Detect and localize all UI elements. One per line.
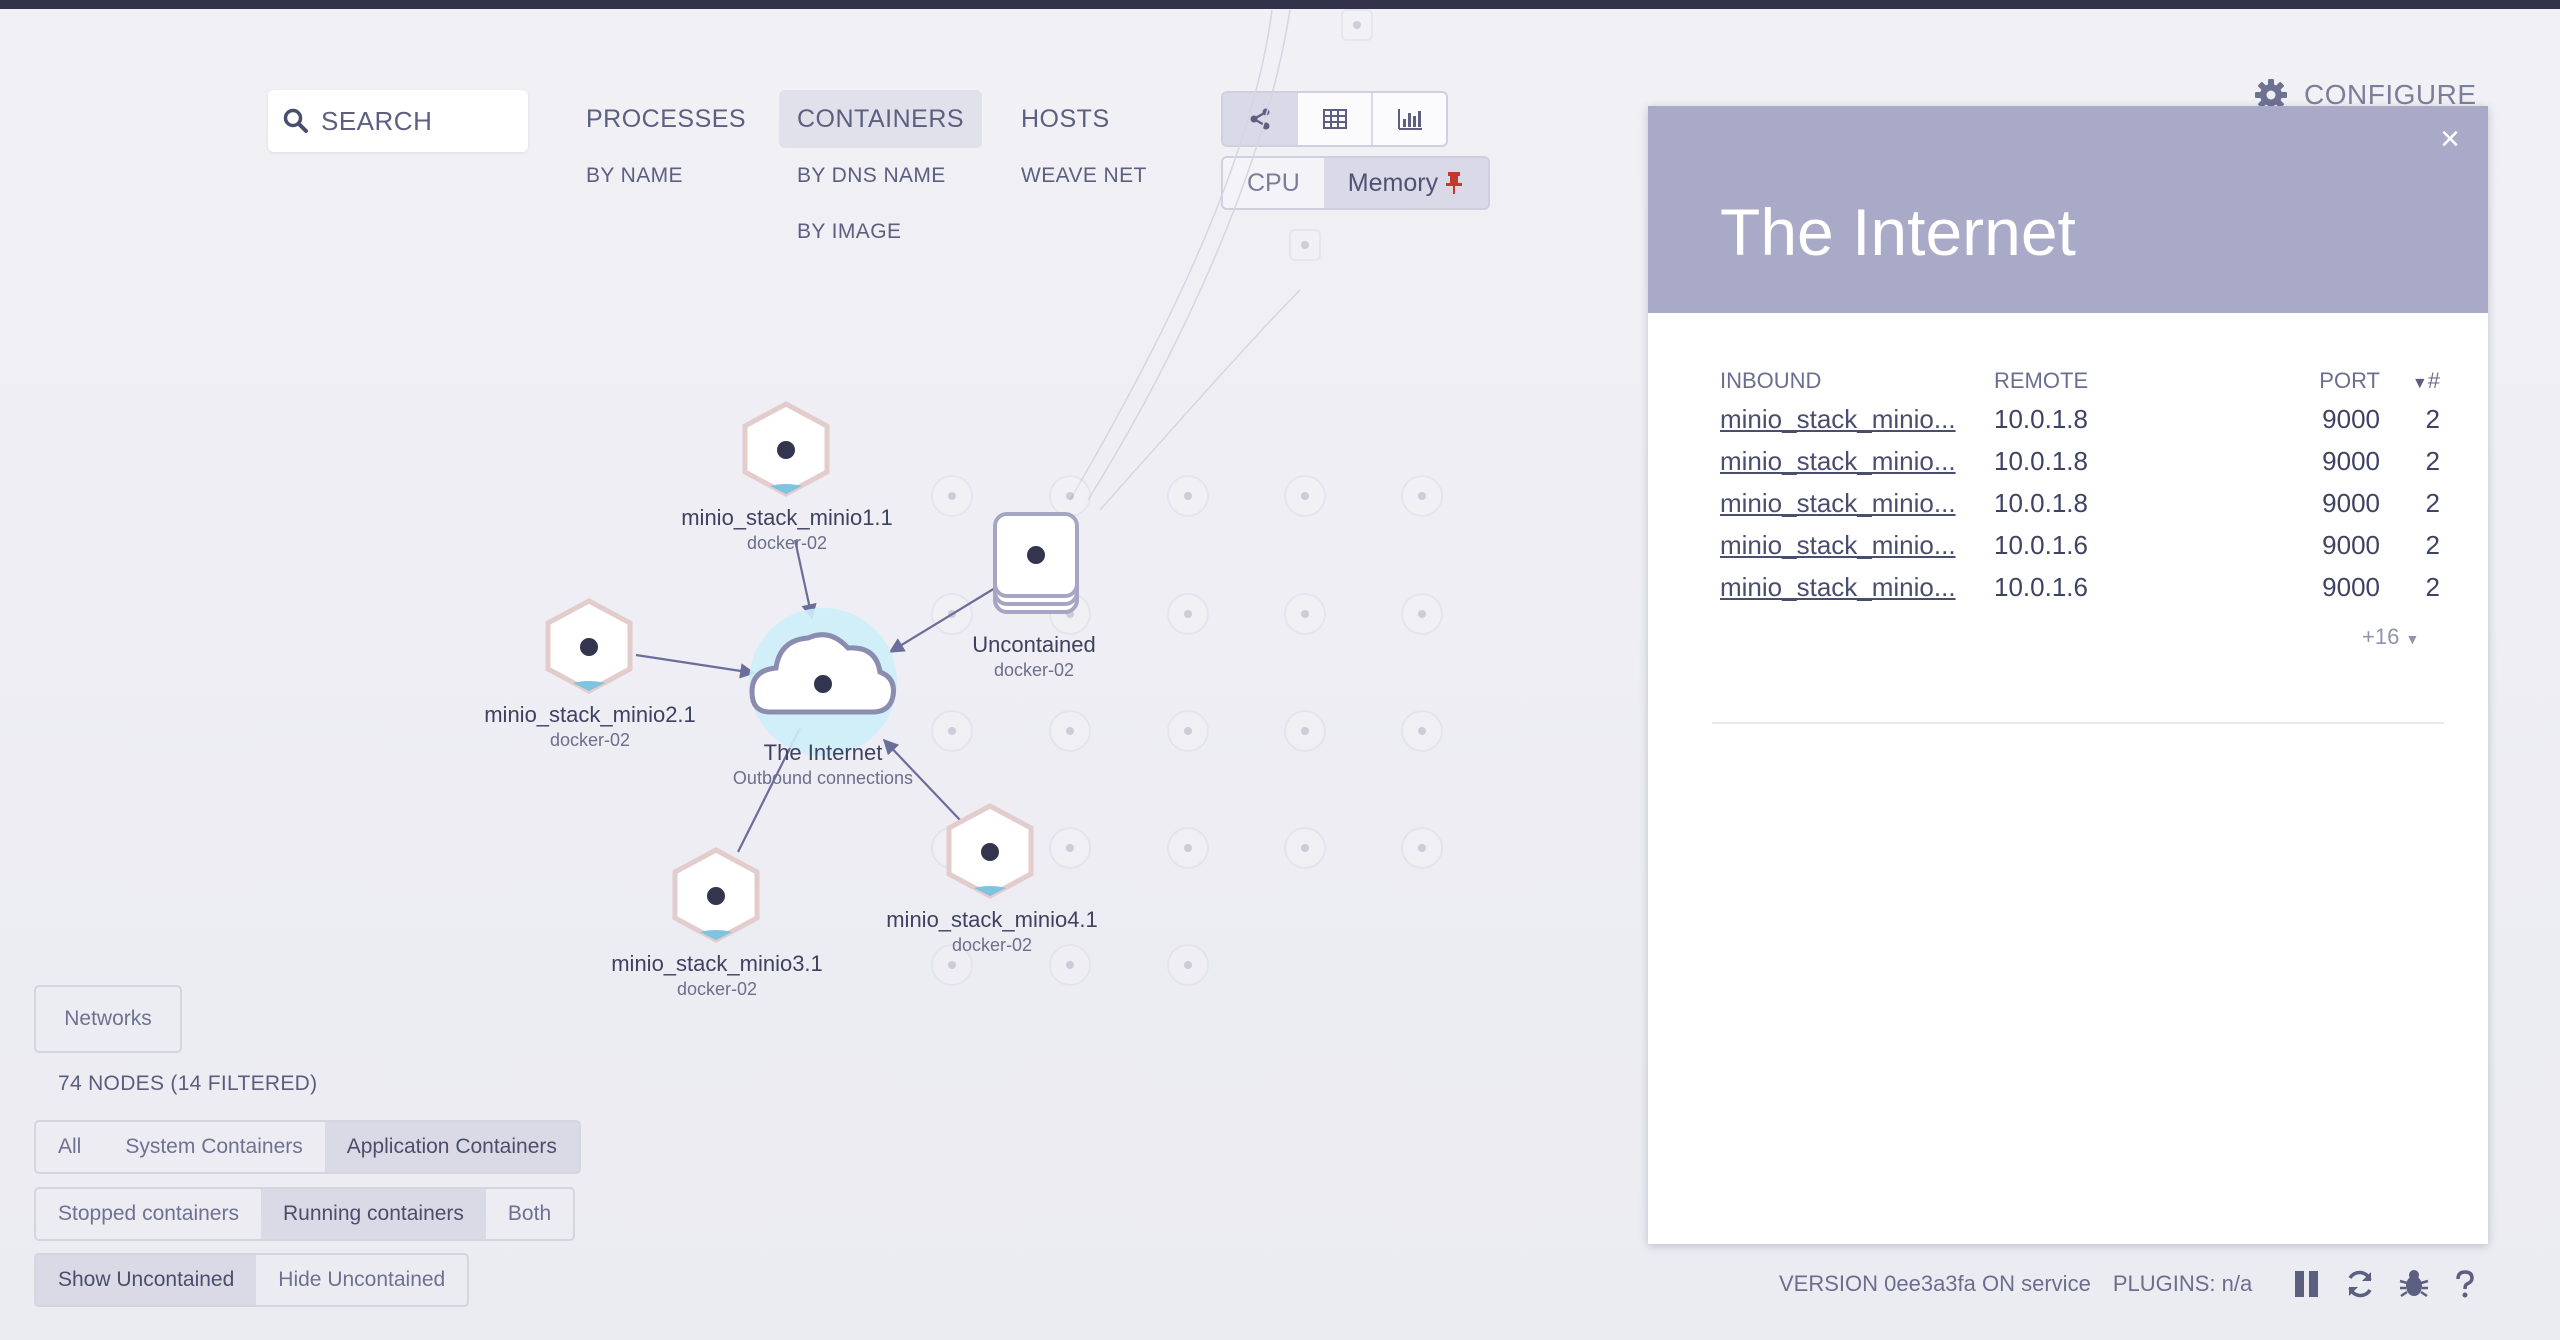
count-value: 2 bbox=[2425, 403, 2440, 434]
col-count-label: # bbox=[2427, 368, 2440, 393]
count-value: 2 bbox=[2425, 445, 2440, 476]
count-value: 2 bbox=[2425, 487, 2440, 518]
table-row: minio_stack_minio... 10.0.1.6 9000 2 bbox=[1720, 524, 2440, 566]
col-remote[interactable]: REMOTE bbox=[1994, 368, 2240, 394]
node-label-minio4: minio_stack_minio4.1 docker-02 bbox=[886, 907, 1098, 956]
node-label-internet: The Internet Outbound connections bbox=[733, 740, 913, 789]
remote-value: 10.0.1.8 bbox=[1994, 445, 2088, 476]
container-state-filter: Stopped containers Running containers Bo… bbox=[34, 1187, 576, 1241]
details-header: The Internet × bbox=[1648, 106, 2488, 313]
refresh-icon[interactable] bbox=[2344, 1268, 2376, 1300]
container-type-filter: All System Containers Application Contai… bbox=[34, 1120, 581, 1174]
inbound-link[interactable]: minio_stack_minio... bbox=[1720, 488, 1994, 519]
node-count: 74 NODES (14 FILTERED) bbox=[58, 1072, 318, 1095]
node-minio4[interactable] bbox=[946, 803, 1034, 899]
table-divider bbox=[1712, 722, 2444, 724]
connections-table: INBOUND REMOTE PORT ▼# minio_stack_minio… bbox=[1720, 364, 2440, 608]
more-count: +16 bbox=[2362, 624, 2400, 649]
filter-system-containers[interactable]: System Containers bbox=[103, 1122, 324, 1172]
table-row: minio_stack_minio... 10.0.1.8 9000 2 bbox=[1720, 440, 2440, 482]
node-label-minio3: minio_stack_minio3.1 docker-02 bbox=[611, 951, 823, 1000]
networks-button[interactable]: Networks bbox=[34, 985, 182, 1053]
node-subtitle: docker-02 bbox=[746, 533, 828, 553]
port-value: 9000 bbox=[2322, 529, 2380, 560]
node-label-minio1: minio_stack_minio1.1 docker-02 bbox=[681, 505, 893, 554]
plugins-text: PLUGINS: n/a bbox=[2112, 1271, 2253, 1296]
faded-edges bbox=[1069, 9, 1301, 511]
filter-running-containers[interactable]: Running containers bbox=[260, 1189, 486, 1239]
table-row: minio_stack_minio... 10.0.1.8 9000 2 bbox=[1720, 482, 2440, 524]
bug-icon[interactable] bbox=[2398, 1268, 2430, 1300]
sort-desc-icon: ▼ bbox=[2411, 375, 2428, 392]
node-minio1[interactable] bbox=[742, 401, 830, 497]
remote-value: 10.0.1.6 bbox=[1994, 529, 2088, 560]
node-title: The Internet bbox=[763, 740, 883, 765]
filter-both[interactable]: Both bbox=[486, 1189, 573, 1239]
inbound-link[interactable]: minio_stack_minio... bbox=[1720, 530, 1994, 561]
node-the-internet[interactable] bbox=[749, 608, 897, 756]
node-subtitle: docker-02 bbox=[993, 660, 1075, 680]
filter-all[interactable]: All bbox=[36, 1122, 103, 1172]
node-uncontained[interactable] bbox=[993, 512, 1079, 614]
port-value: 9000 bbox=[2322, 403, 2380, 434]
filter-show-uncontained[interactable]: Show Uncontained bbox=[36, 1255, 257, 1305]
chevron-down-icon: ▼ bbox=[2405, 631, 2420, 647]
node-subtitle: docker-02 bbox=[951, 935, 1033, 955]
node-subtitle: docker-02 bbox=[549, 730, 631, 750]
count-value: 2 bbox=[2425, 529, 2440, 560]
port-value: 9000 bbox=[2322, 571, 2380, 602]
node-title: minio_stack_minio1.1 bbox=[681, 505, 893, 530]
port-value: 9000 bbox=[2322, 445, 2380, 476]
node-title: minio_stack_minio4.1 bbox=[886, 907, 1098, 932]
node-minio3[interactable] bbox=[672, 847, 760, 943]
remote-value: 10.0.1.6 bbox=[1994, 571, 2088, 602]
node-subtitle: Outbound connections bbox=[732, 768, 914, 788]
table-row: minio_stack_minio... 10.0.1.6 9000 2 bbox=[1720, 566, 2440, 608]
count-value: 2 bbox=[2425, 571, 2440, 602]
node-title: minio_stack_minio3.1 bbox=[611, 951, 823, 976]
node-label-uncontained: Uncontained docker-02 bbox=[972, 632, 1096, 681]
table-row: minio_stack_minio... 10.0.1.8 9000 2 bbox=[1720, 398, 2440, 440]
close-icon[interactable]: × bbox=[2440, 120, 2460, 159]
remote-value: 10.0.1.8 bbox=[1994, 403, 2088, 434]
node-label-minio2: minio_stack_minio2.1 docker-02 bbox=[484, 702, 696, 751]
footer-actions bbox=[2292, 1268, 2478, 1300]
port-value: 9000 bbox=[2322, 487, 2380, 518]
pause-icon[interactable] bbox=[2292, 1269, 2322, 1299]
remote-value: 10.0.1.8 bbox=[1994, 487, 2088, 518]
node-title: Uncontained bbox=[972, 632, 1096, 657]
col-port[interactable]: PORT bbox=[2240, 368, 2380, 394]
filter-stopped-containers[interactable]: Stopped containers bbox=[36, 1189, 261, 1239]
table-header: INBOUND REMOTE PORT ▼# bbox=[1720, 364, 2440, 398]
details-panel: The Internet × INBOUND REMOTE PORT ▼# mi… bbox=[1648, 106, 2488, 1244]
show-more-button[interactable]: +16 ▼ bbox=[2362, 624, 2419, 650]
node-minio2[interactable] bbox=[545, 598, 633, 694]
node-title: minio_stack_minio2.1 bbox=[484, 702, 696, 727]
inbound-link[interactable]: minio_stack_minio... bbox=[1720, 404, 1994, 435]
uncontained-filter: Show Uncontained Hide Uncontained bbox=[34, 1253, 470, 1307]
filter-hide-uncontained[interactable]: Hide Uncontained bbox=[256, 1255, 467, 1305]
node-subtitle: docker-02 bbox=[676, 979, 758, 999]
details-title: The Internet bbox=[1720, 195, 2076, 269]
footer: VERSION 0ee3a3fa ON service PLUGINS: n/a bbox=[1779, 1268, 2478, 1300]
inbound-link[interactable]: minio_stack_minio... bbox=[1720, 572, 1994, 603]
col-inbound[interactable]: INBOUND bbox=[1720, 368, 1994, 394]
version-text: VERSION 0ee3a3fa ON service bbox=[1779, 1271, 2091, 1296]
inbound-link[interactable]: minio_stack_minio... bbox=[1720, 446, 1994, 477]
col-count[interactable]: ▼# bbox=[2380, 368, 2440, 394]
help-icon[interactable] bbox=[2452, 1269, 2478, 1299]
filter-application-containers[interactable]: Application Containers bbox=[324, 1122, 579, 1172]
